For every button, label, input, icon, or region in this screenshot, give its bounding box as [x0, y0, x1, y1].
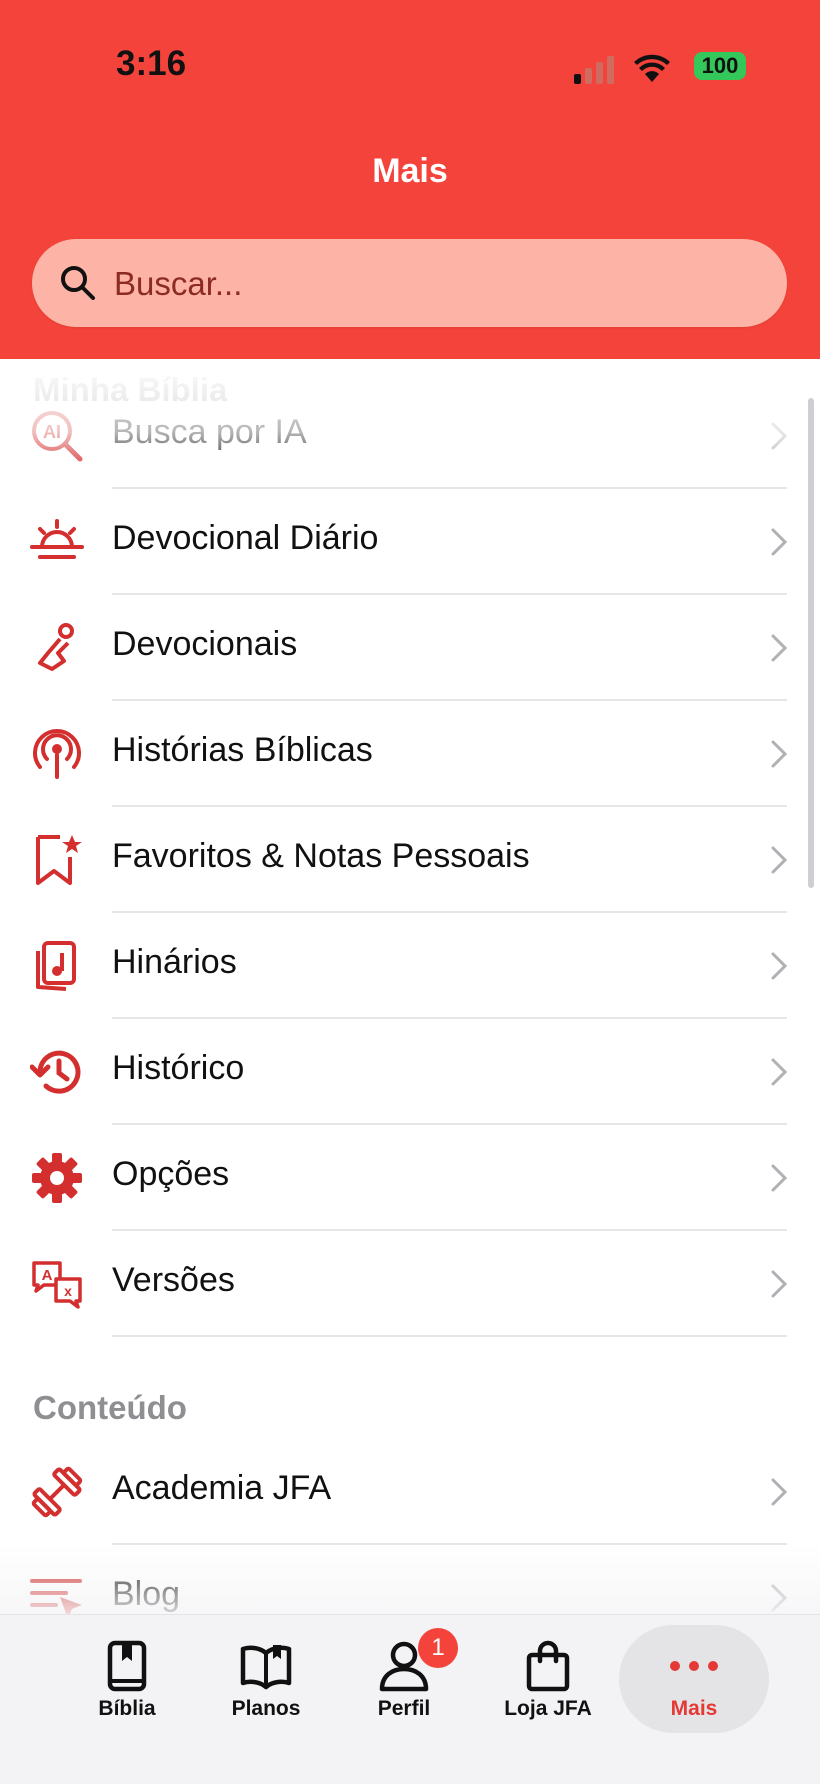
tab-label: Bíblia — [98, 1697, 156, 1720]
tab-biblia[interactable]: Bíblia — [67, 1615, 187, 1745]
svg-text:x: x — [64, 1283, 72, 1299]
menu-list: Minha Bíblia AI Busca por IA Devocional … — [0, 359, 820, 1614]
menu-item-busca-por-ia[interactable]: AI Busca por IA — [0, 383, 820, 489]
tab-label: Mais — [670, 1697, 718, 1720]
menu-item-label: Devocional Diário — [112, 519, 379, 557]
notification-badge: 1 — [418, 1628, 458, 1668]
chevron-right-icon — [771, 1478, 788, 1506]
section-title-conteudo: Conteúdo — [33, 1389, 187, 1426]
search-bar[interactable] — [32, 239, 787, 329]
svg-text:A: A — [42, 1267, 53, 1284]
gear-icon — [32, 1153, 82, 1203]
menu-item-label: Devocionais — [112, 625, 298, 663]
cellular-signal-icon — [574, 56, 614, 84]
tab-mais[interactable]: Mais — [634, 1615, 754, 1745]
translate-icon: A x — [32, 1261, 82, 1309]
chevron-right-icon — [771, 952, 788, 980]
page-title: Mais — [372, 152, 448, 190]
chevron-right-icon — [771, 634, 788, 662]
divider — [112, 1335, 787, 1337]
battery-indicator: 100 — [694, 52, 746, 80]
chevron-right-icon — [771, 846, 788, 874]
tab-label: Loja JFA — [504, 1697, 592, 1720]
more-dots-icon — [670, 1661, 718, 1671]
wifi-icon — [634, 54, 670, 82]
header: 3:16 100 Mais — [0, 0, 820, 359]
menu-item-label: Busca por IA — [112, 413, 307, 451]
tab-label: Planos — [231, 1697, 301, 1720]
chevron-right-icon — [771, 740, 788, 768]
menu-item-versoes[interactable]: A x Versões — [0, 1231, 820, 1337]
menu-item-historias-biblicas[interactable]: Histórias Bíblicas — [0, 701, 820, 807]
menu-item-label: Academia JFA — [112, 1469, 332, 1507]
svg-text:AI: AI — [43, 422, 61, 442]
menu-item-label: Histórico — [112, 1049, 245, 1087]
menu-item-label: Blog — [112, 1575, 181, 1613]
ai-search-icon: AI — [32, 411, 83, 462]
bookmark-star-icon — [36, 835, 82, 885]
menu-item-label: Histórias Bíblicas — [112, 731, 373, 769]
status-time: 3:16 — [116, 44, 187, 83]
menu-item-historico[interactable]: Histórico — [0, 1019, 820, 1125]
menu-item-academia-jfa[interactable]: Academia JFA — [0, 1439, 820, 1545]
menu-item-hinarios[interactable]: Hinários — [0, 913, 820, 1019]
praying-person-icon — [38, 623, 74, 671]
chevron-right-icon — [771, 422, 788, 450]
menu-item-favoritos-notas[interactable]: Favoritos & Notas Pessoais — [0, 807, 820, 913]
blog-icon — [30, 1579, 82, 1614]
search-input[interactable] — [112, 239, 756, 329]
music-note-icon — [36, 941, 76, 991]
history-icon — [30, 1050, 81, 1094]
menu-item-label: Opções — [112, 1155, 230, 1193]
menu-item-opcoes[interactable]: Opções — [0, 1125, 820, 1231]
open-book-icon — [240, 1645, 292, 1690]
shopping-bag-icon — [526, 1640, 570, 1692]
chevron-right-icon — [771, 1584, 788, 1612]
chevron-right-icon — [771, 1058, 788, 1086]
scrollbar[interactable] — [808, 398, 814, 888]
podcast-icon — [33, 729, 81, 779]
menu-item-label: Versões — [112, 1261, 235, 1299]
tab-label: Perfil — [377, 1697, 431, 1720]
tab-planos[interactable]: Planos — [206, 1615, 326, 1745]
sunrise-icon — [30, 519, 84, 559]
dumbbell-icon — [31, 1466, 83, 1518]
chevron-right-icon — [771, 1164, 788, 1192]
menu-item-devocional-diario[interactable]: Devocional Diário — [0, 489, 820, 595]
chevron-right-icon — [771, 528, 788, 556]
menu-item-blog[interactable]: Blog — [0, 1545, 820, 1614]
tab-bar: Bíblia Planos Perfil 1 Loja JFA Mais — [0, 1614, 820, 1784]
bible-icon — [107, 1640, 147, 1692]
search-icon — [61, 266, 95, 300]
menu-item-label: Hinários — [112, 943, 237, 981]
tab-loja-jfa[interactable]: Loja JFA — [488, 1615, 608, 1745]
menu-item-label: Favoritos & Notas Pessoais — [112, 837, 530, 875]
chevron-right-icon — [771, 1270, 788, 1298]
menu-item-devocionais[interactable]: Devocionais — [0, 595, 820, 701]
